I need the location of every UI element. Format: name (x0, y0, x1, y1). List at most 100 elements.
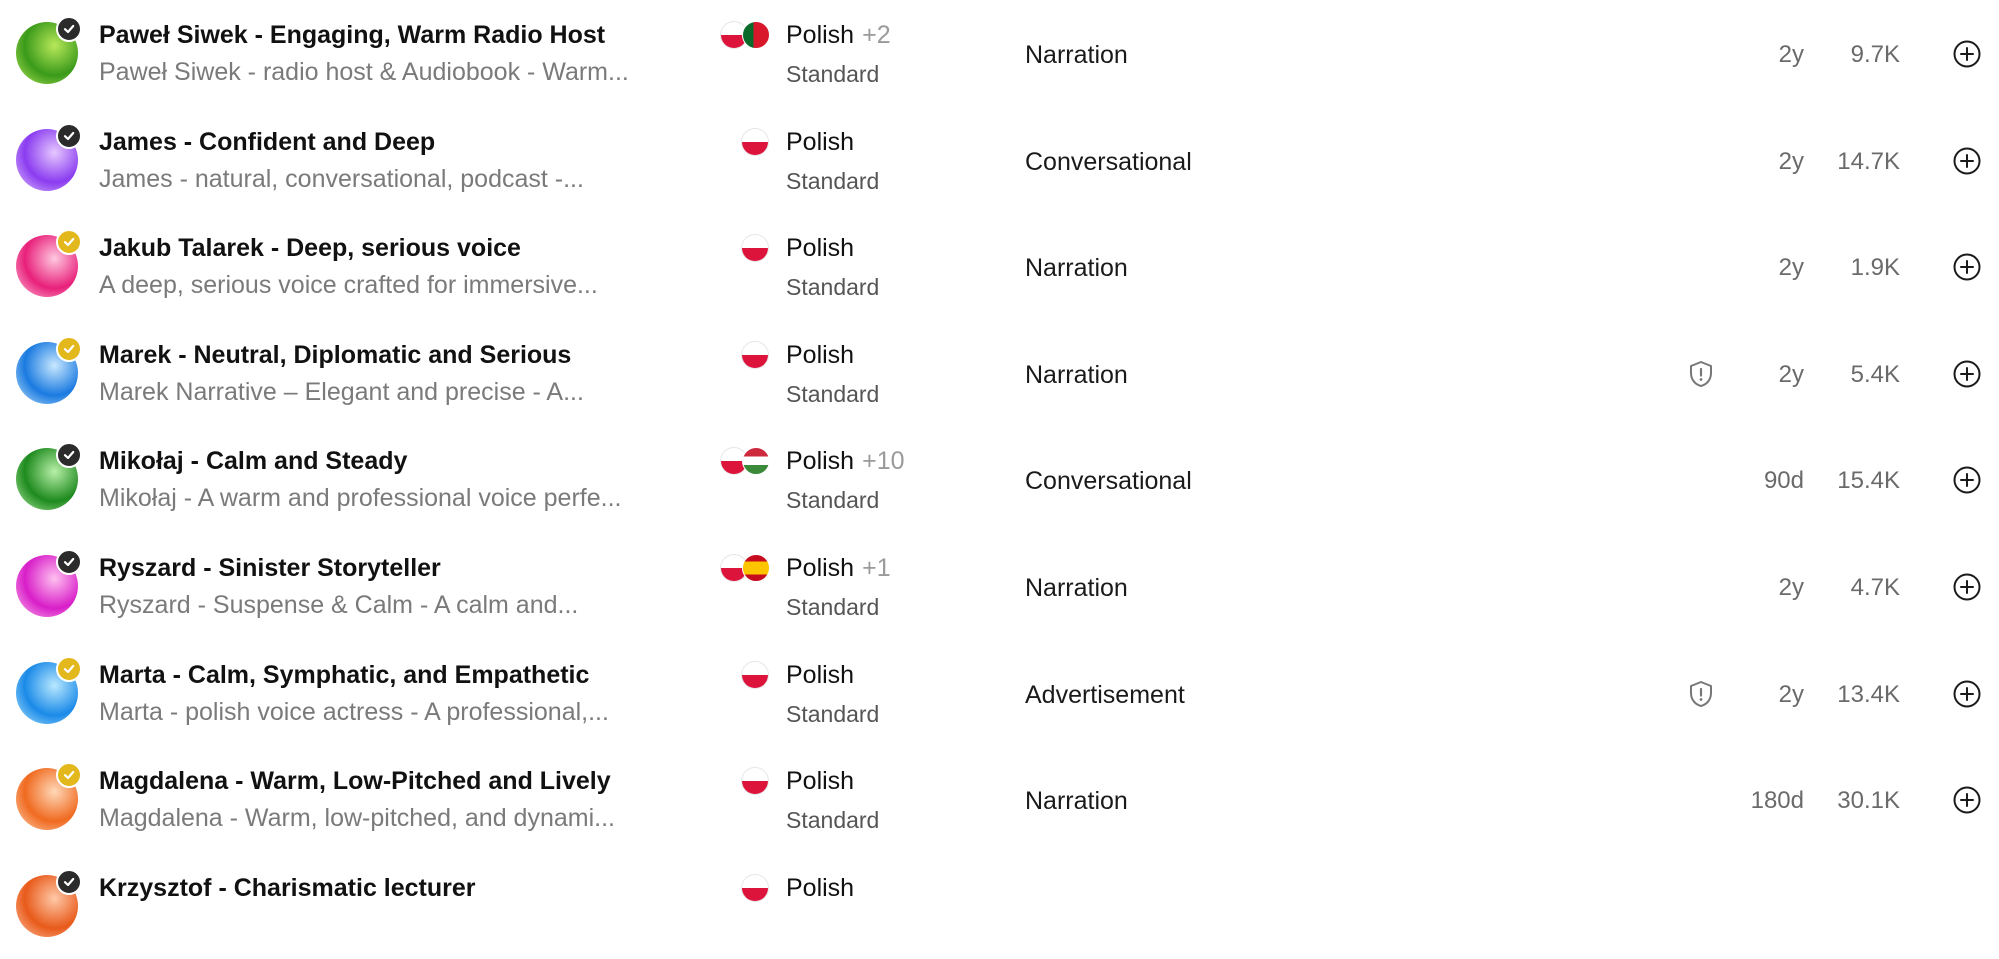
verified-badge-icon (56, 656, 82, 682)
language-name: Polish (786, 21, 855, 49)
voice-usage-count: 14.7K (1837, 148, 1900, 175)
verified-badge-icon (56, 549, 82, 575)
voice-language: Polish (786, 234, 854, 263)
voice-row[interactable]: Mikołaj - Calm and Steady Mikołaj - A war… (0, 426, 1999, 532)
poland-flag-icon (741, 661, 769, 689)
voice-age: 90d (1763, 467, 1804, 494)
language-flags (741, 767, 769, 795)
voice-row[interactable]: Krzysztof - Charismatic lecturer Polish (0, 853, 1999, 959)
poland-flag-icon (741, 234, 769, 262)
language-name: Polish (786, 554, 855, 582)
add-voice-icon[interactable] (1952, 465, 1982, 495)
add-voice-icon[interactable] (1952, 146, 1982, 176)
portugal-flag-icon (742, 21, 770, 49)
language-flags (741, 874, 769, 902)
poland-flag-icon (741, 341, 769, 369)
voice-row[interactable]: Paweł Siwek - Engaging, Warm Radio Host P… (0, 0, 1999, 106)
verified-badge-icon (56, 16, 82, 42)
language-flags (741, 661, 769, 689)
voice-description: James - natural, conversational, podcast… (99, 165, 584, 193)
spain-flag-icon (742, 554, 770, 582)
voice-name[interactable]: Magdalena - Warm, Low-Pitched and Lively (99, 767, 611, 796)
poland-flag-icon (741, 767, 769, 795)
voice-usage-count: 4.7K (1850, 574, 1900, 601)
language-name: Polish (786, 661, 855, 689)
voice-description: Magdalena - Warm, low-pitched, and dynam… (99, 804, 615, 832)
language-flags (741, 128, 769, 156)
voice-usage-count: 13.4K (1837, 681, 1900, 708)
language-flags (720, 447, 770, 475)
language-name: Polish (786, 341, 855, 369)
voice-category: Narration (1025, 361, 1128, 389)
voice-row[interactable]: Marek - Neutral, Diplomatic and Serious M… (0, 320, 1999, 426)
voice-name[interactable]: Mikołaj - Calm and Steady (99, 447, 407, 476)
voice-usage-count: 30.1K (1837, 787, 1900, 814)
voice-category: Conversational (1025, 467, 1192, 495)
voice-category: Narration (1025, 41, 1128, 69)
voice-name[interactable]: Ryszard - Sinister Storyteller (99, 554, 441, 583)
extra-languages-count: +1 (862, 554, 891, 582)
voice-tier: Standard (786, 274, 880, 300)
voice-age: 2y (1778, 254, 1804, 281)
voice-description: Marek Narrative – Elegant and precise - … (99, 378, 584, 406)
voice-row[interactable]: James - Confident and Deep James - natura… (0, 107, 1999, 213)
voice-age: 180d (1750, 787, 1804, 814)
language-name: Polish (786, 128, 855, 156)
voice-name[interactable]: Marta - Calm, Symphatic, and Empathetic (99, 661, 589, 690)
add-voice-icon[interactable] (1952, 785, 1982, 815)
voice-category: Advertisement (1025, 681, 1185, 709)
voice-name[interactable]: Jakub Talarek - Deep, serious voice (99, 234, 521, 263)
language-name: Polish (786, 767, 855, 795)
voice-language: Polish +1 (786, 554, 891, 583)
voice-tier: Standard (786, 594, 880, 620)
voice-age: 2y (1778, 41, 1804, 68)
voice-tier: Standard (786, 807, 880, 833)
verified-badge-icon (56, 442, 82, 468)
language-flags (720, 554, 770, 582)
voice-language: Polish (786, 128, 854, 157)
voice-age: 2y (1778, 148, 1804, 175)
voice-tier: Standard (786, 61, 880, 87)
hungary-flag-icon (742, 447, 770, 475)
voice-name[interactable]: Paweł Siwek - Engaging, Warm Radio Host (99, 21, 605, 50)
voice-language: Polish (786, 874, 854, 903)
voice-row[interactable]: Ryszard - Sinister Storyteller Ryszard - … (0, 533, 1999, 639)
add-voice-icon[interactable] (1952, 39, 1982, 69)
voice-name[interactable]: Krzysztof - Charismatic lecturer (99, 874, 476, 903)
voice-category: Narration (1025, 574, 1128, 602)
poland-flag-icon (741, 128, 769, 156)
voice-language: Polish +2 (786, 21, 891, 50)
voice-age: 2y (1778, 681, 1804, 708)
shield-icon (1688, 680, 1714, 708)
language-name: Polish (786, 874, 855, 902)
voice-description: Ryszard - Suspense & Calm - A calm and..… (99, 591, 579, 619)
voice-language: Polish +10 (786, 447, 905, 476)
add-voice-icon[interactable] (1952, 359, 1982, 389)
voice-description: A deep, serious voice crafted for immers… (99, 271, 598, 299)
voice-description: Paweł Siwek - radio host & Audiobook - W… (99, 58, 629, 86)
voice-language: Polish (786, 767, 854, 796)
voice-category: Narration (1025, 787, 1128, 815)
voice-tier: Standard (786, 381, 880, 407)
voice-language: Polish (786, 341, 854, 370)
language-name: Polish (786, 234, 855, 262)
language-flags (720, 21, 770, 49)
verified-badge-icon (56, 762, 82, 788)
voice-usage-count: 1.9K (1850, 254, 1900, 281)
voice-age: 2y (1778, 574, 1804, 601)
add-voice-icon[interactable] (1952, 252, 1982, 282)
voice-category: Conversational (1025, 148, 1192, 176)
voice-name[interactable]: James - Confident and Deep (99, 128, 435, 157)
verified-badge-icon (56, 229, 82, 255)
poland-flag-icon (741, 874, 769, 902)
verified-badge-icon (56, 123, 82, 149)
voice-row[interactable]: Jakub Talarek - Deep, serious voice A dee… (0, 213, 1999, 319)
voice-language: Polish (786, 661, 854, 690)
language-flags (741, 234, 769, 262)
voice-row[interactable]: Magdalena - Warm, Low-Pitched and Lively… (0, 746, 1999, 852)
extra-languages-count: +10 (862, 447, 905, 475)
add-voice-icon[interactable] (1952, 679, 1982, 709)
voice-name[interactable]: Marek - Neutral, Diplomatic and Serious (99, 341, 571, 370)
voice-row[interactable]: Marta - Calm, Symphatic, and Empathetic M… (0, 640, 1999, 746)
add-voice-icon[interactable] (1952, 572, 1982, 602)
